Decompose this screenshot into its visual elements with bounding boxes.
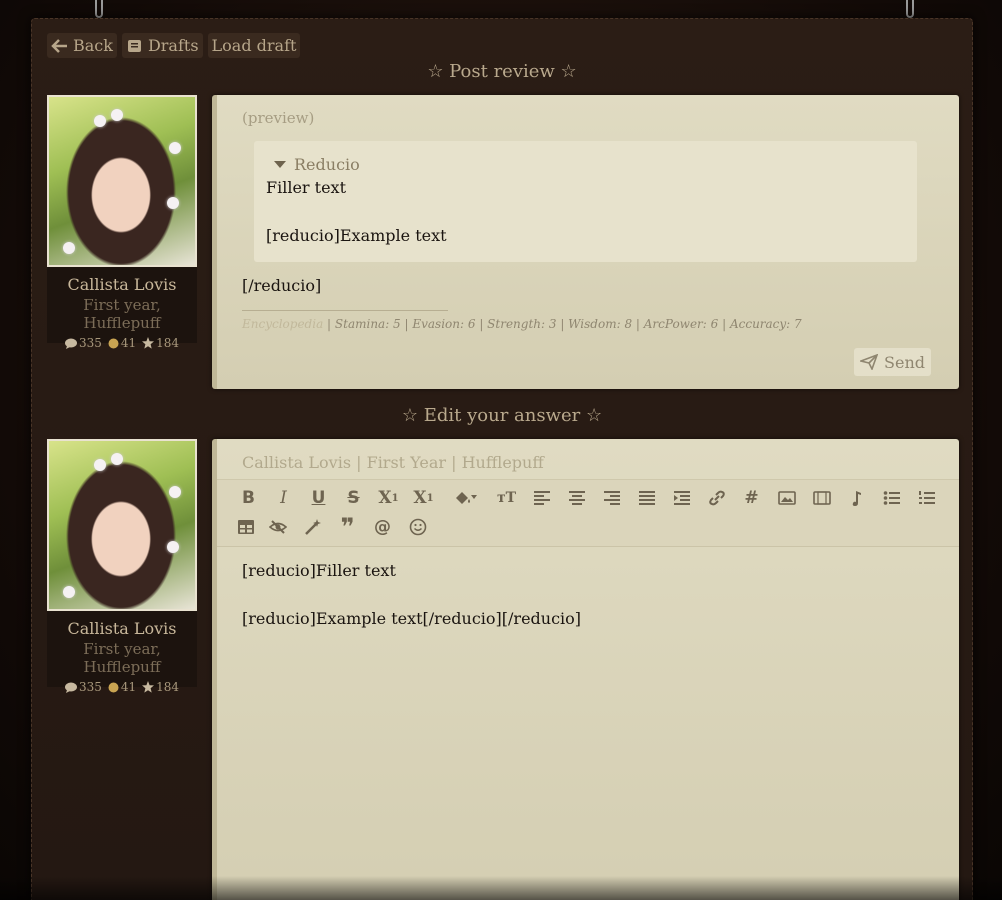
- flower-decoration: [111, 453, 123, 465]
- flower-decoration: [63, 242, 75, 254]
- bottom-shadow: [0, 876, 1002, 900]
- drafts-label: Drafts: [147, 36, 199, 55]
- notice-board: Back Drafts Load draft ☆ Post review ☆ C…: [31, 18, 973, 900]
- hashtag-icon[interactable]: #: [734, 486, 769, 510]
- image-icon[interactable]: [769, 486, 804, 510]
- comment-icon: [64, 682, 77, 693]
- strikethrough-icon[interactable]: S: [336, 486, 371, 510]
- hide-icon[interactable]: [260, 515, 295, 539]
- comment-icon: [64, 338, 77, 349]
- italic-icon[interactable]: I: [266, 486, 301, 510]
- coin-icon: [108, 682, 119, 692]
- profile-card: Callista Lovis First year, Hufflepuff 33…: [47, 439, 197, 694]
- flower-decoration: [94, 115, 106, 127]
- star-count: 184: [156, 680, 180, 694]
- preview-panel: (preview) Reducio Filler text [reducio]E…: [212, 95, 959, 389]
- profile-name[interactable]: Callista Lovis: [51, 275, 193, 294]
- profile-name[interactable]: Callista Lovis: [51, 619, 193, 638]
- magic-icon[interactable]: [295, 515, 330, 539]
- profile-info: Callista Lovis First year, Hufflepuff 33…: [47, 611, 197, 694]
- coin-count: 41: [120, 336, 137, 350]
- arrow-left-icon: [51, 38, 67, 53]
- profile-rank: First year, Hufflepuff: [83, 296, 161, 332]
- character-stats: Encyclopedia | Stamina: 5 | Evasion: 6 |…: [242, 317, 802, 331]
- music-icon[interactable]: [839, 486, 874, 510]
- flower-decoration: [111, 109, 123, 121]
- flower-decoration: [63, 586, 75, 598]
- avatar[interactable]: [47, 439, 197, 611]
- editor-textarea[interactable]: [reducio]Filler text [reducio]Example te…: [242, 559, 581, 631]
- spoiler-toggle[interactable]: Reducio: [274, 155, 905, 174]
- editor-header: Callista Lovis | First Year | Hufflepuff: [242, 453, 544, 472]
- editor-line-2: [reducio]Example text[/reducio][/reducio…: [242, 609, 582, 628]
- stats-text: | Stamina: 5 | Evasion: 6 | Strength: 3 …: [323, 317, 802, 331]
- profile-stats: 335 41 184: [51, 336, 193, 350]
- mention-icon[interactable]: @: [365, 515, 400, 539]
- formatting-toolbar: B I U S X1 X1 ᴛT # ❞ @: [217, 479, 959, 547]
- profile-stats: 335 41 184: [51, 680, 193, 694]
- send-label: Send: [884, 352, 925, 372]
- link-icon[interactable]: [699, 486, 734, 510]
- top-toolbar: Back Drafts Load draft: [47, 33, 301, 58]
- emoji-icon[interactable]: [400, 515, 435, 539]
- post-count: 335: [78, 680, 102, 694]
- avatar[interactable]: [47, 95, 197, 267]
- flower-decoration: [94, 459, 106, 471]
- post-count: 335: [78, 336, 102, 350]
- flower-decoration: [167, 197, 179, 209]
- profile-card: Callista Lovis First year, Hufflepuff 33…: [47, 95, 197, 350]
- align-left-icon[interactable]: [524, 486, 559, 510]
- flower-decoration: [169, 142, 181, 154]
- star-icon: [142, 337, 155, 349]
- spoiler-line-2: [reducio]Example text: [266, 226, 447, 245]
- edit-answer-title: ☆ Edit your answer ☆: [401, 405, 603, 426]
- coin-count: 41: [120, 680, 137, 694]
- font-size-icon[interactable]: ᴛT: [489, 486, 524, 510]
- video-icon[interactable]: [804, 486, 839, 510]
- profile-rank: First year, Hufflepuff: [83, 640, 161, 676]
- caret-down-icon: [274, 161, 286, 168]
- hanger-hook-right: [906, 0, 914, 18]
- star-count: 184: [156, 336, 180, 350]
- subscript-icon[interactable]: X1: [371, 486, 406, 510]
- table-icon[interactable]: [231, 515, 260, 539]
- back-button[interactable]: Back: [47, 33, 117, 58]
- divider: [242, 310, 448, 311]
- drafts-button[interactable]: Drafts: [121, 33, 203, 58]
- color-icon[interactable]: [441, 486, 489, 510]
- scroll-icon: [127, 39, 141, 52]
- superscript-icon[interactable]: X1: [406, 486, 441, 510]
- editor-panel: Callista Lovis | First Year | Hufflepuff…: [212, 439, 959, 900]
- underline-icon[interactable]: U: [301, 486, 336, 510]
- profile-info: Callista Lovis First year, Hufflepuff 33…: [47, 267, 197, 350]
- quote-icon[interactable]: ❞: [330, 513, 365, 541]
- spoiler-block: Reducio Filler text [reducio]Example tex…: [254, 141, 917, 262]
- justify-icon[interactable]: [629, 486, 664, 510]
- spoiler-line-1: Filler text: [266, 178, 347, 197]
- numbered-list-icon[interactable]: [909, 486, 944, 510]
- editor-line-1: [reducio]Filler text: [242, 561, 396, 580]
- paper-plane-icon: [860, 354, 879, 370]
- coin-icon: [108, 338, 119, 348]
- back-label: Back: [73, 36, 113, 55]
- indent-icon[interactable]: [664, 486, 699, 510]
- preview-label: (preview): [242, 109, 315, 127]
- spoiler-title: Reducio: [294, 155, 360, 174]
- flower-decoration: [169, 486, 181, 498]
- encyclopedia-link[interactable]: Encyclopedia: [242, 317, 323, 331]
- align-center-icon[interactable]: [559, 486, 594, 510]
- bold-icon[interactable]: B: [231, 486, 266, 510]
- flower-decoration: [167, 541, 179, 553]
- load-draft-label: Load draft: [211, 36, 297, 55]
- post-review-title: ☆ Post review ☆: [427, 61, 577, 82]
- star-icon: [142, 681, 155, 693]
- load-draft-button[interactable]: Load draft: [207, 33, 301, 58]
- align-right-icon[interactable]: [594, 486, 629, 510]
- bullet-list-icon[interactable]: [874, 486, 909, 510]
- hanger-hook-left: [95, 0, 103, 18]
- send-button[interactable]: Send: [854, 348, 931, 376]
- preview-closing-tag: [/reducio]: [242, 276, 322, 295]
